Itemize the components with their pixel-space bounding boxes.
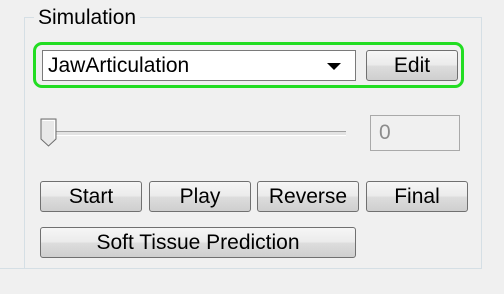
reverse-button[interactable]: Reverse: [257, 181, 359, 212]
soft-tissue-prediction-button[interactable]: Soft Tissue Prediction: [40, 227, 356, 258]
dropdown-arrow-icon[interactable]: [327, 63, 341, 70]
play-button[interactable]: Play: [149, 181, 251, 212]
slider-value-field[interactable]: 0: [370, 115, 460, 151]
start-button[interactable]: Start: [40, 181, 142, 212]
group-frame-right: [481, 17, 482, 269]
final-button[interactable]: Final: [366, 181, 468, 212]
group-title: Simulation: [34, 3, 141, 33]
simulation-dropdown[interactable]: JawArticulation: [42, 50, 356, 81]
group-frame-bottom: [0, 268, 482, 269]
slider-track[interactable]: [44, 131, 346, 136]
dropdown-selected-value: JawArticulation: [48, 54, 190, 77]
slider-thumb[interactable]: [40, 118, 57, 147]
group-frame-left: [24, 17, 25, 269]
edit-button[interactable]: Edit: [366, 50, 458, 81]
